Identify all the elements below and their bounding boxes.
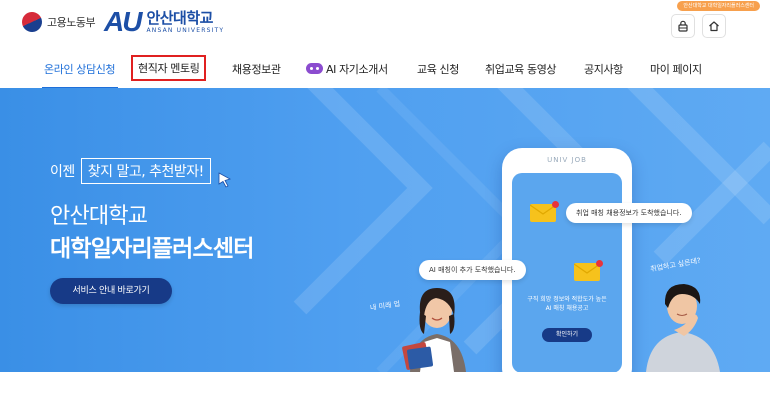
hero-lead: 이젠 찾지 말고, 추천받자! [50,158,211,184]
notification-dot [552,201,559,208]
phone-mockup: UNIV JOB 구직 희망 정보와 적합도가 높은 AI 매칭 채용공고 확인… [502,148,632,372]
nav-job-info[interactable]: 채용정보관 [232,61,281,77]
hero-title-line1: 안산대학교 [50,204,148,229]
nav-ai-cover-letter-label: AI 자기소개서 [326,63,388,76]
student-boy-illustration [646,284,720,372]
site-header: 고용노동부 AU 안산대학교 ANSAN UNIVERSITY 안산대학교 대학… [0,0,770,52]
mouse-cursor-icon [218,172,232,188]
ministry-name: 고용노동부 [47,16,96,29]
lock-button[interactable] [671,14,695,38]
lock-icon [678,20,688,32]
service-guide-button[interactable]: 서비스 안내 바로가기 [50,278,172,304]
hero-lead-prefix: 이젠 [50,164,75,180]
university-logo[interactable]: AU 안산대학교 ANSAN UNIVERSITY [104,8,224,36]
nav-notice[interactable]: 공지사항 [584,61,623,77]
phone-confirm-button[interactable]: 확인하기 [542,328,592,342]
notification-dot-2 [596,260,603,267]
hero-title-line2: 대학일자리플러스센터 [50,236,254,262]
center-badge[interactable]: 안산대학교 대학일자리플러스센터 [677,1,760,11]
nav-ai-cover-letter[interactable]: AI 자기소개서 [306,61,388,77]
university-name: 안산대학교 [146,8,213,27]
phone-screen-text: 구직 희망 정보와 적합도가 높은 AI 매칭 채용공고 [527,296,607,312]
university-name-en: ANSAN UNIVERSITY [146,26,225,34]
nav-online-counseling[interactable]: 온라인 상담신청 [44,61,116,77]
ministry-logo[interactable]: 고용노동부 [18,8,96,36]
ai-bot-icon [306,63,323,74]
nav-my-page[interactable]: 마이 페이지 [650,61,702,77]
nav-education-apply[interactable]: 교육 신청 [417,61,459,77]
nav-education-video[interactable]: 취업교육 동영상 [485,61,557,77]
phone-label: UNIV JOB [547,156,587,164]
home-icon [709,21,719,32]
student-girl-illustration [402,288,466,372]
home-button[interactable] [702,14,726,38]
hero-banner: 이젠 찾지 말고, 추천받자! 안산대학교 대학일자리플러스센터 서비스 안내 … [0,88,770,372]
hero-lead-box: 찾지 말고, 추천받자! [80,158,211,184]
taegeuk-emblem-icon [18,8,46,36]
main-nav: 온라인 상담신청 현직자 멘토링 채용정보관 AI 자기소개서 교육 신청 취업… [0,52,770,89]
nav-mentoring[interactable]: 현직자 멘토링 [131,55,207,81]
bubble-job-matching: 취업 매칭 채용정보가 도착했습니다. [566,203,692,223]
au-logo-mark: AU [104,6,142,37]
